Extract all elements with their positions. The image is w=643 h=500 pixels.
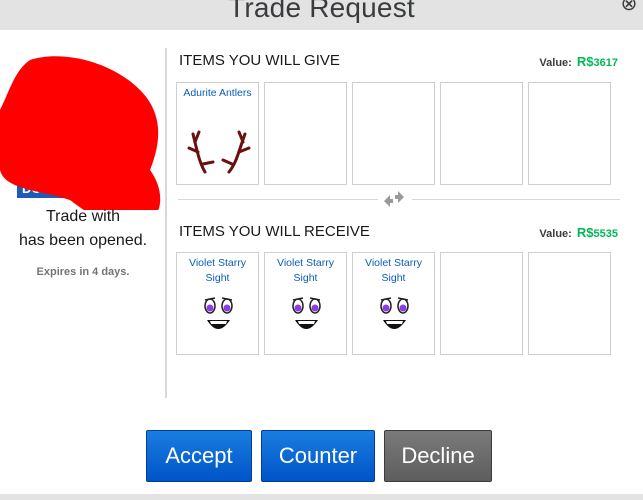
counter-button[interactable]: Counter	[261, 430, 375, 482]
decline-button[interactable]: Decline	[384, 430, 492, 482]
expires-label: Expires in 4 days.	[36, 266, 130, 278]
item-name[interactable]: Violet Starry Sight	[179, 256, 256, 286]
bottom-bar	[0, 494, 643, 500]
give-items: Adurite Antlers	[176, 82, 611, 185]
item-name[interactable]: Violet Starry Sight	[267, 256, 344, 286]
section-divider	[412, 199, 620, 200]
receive-items: Violet Starry Sight Violet Starry Sight	[176, 252, 611, 355]
give-item-slot-3	[352, 82, 435, 185]
item-name[interactable]: Adurite Antlers	[179, 86, 256, 101]
receive-item-slot-2[interactable]: Violet Starry Sight	[264, 252, 347, 355]
receive-value: Value: R$5535	[539, 225, 618, 240]
give-item-slot-2	[264, 82, 347, 185]
face-icon	[353, 292, 434, 348]
swap-arrows-icon	[380, 191, 408, 207]
give-item-slot-4	[440, 82, 523, 185]
redaction-mark	[0, 56, 161, 226]
receive-section-title: ITEMS YOU WILL RECEIVE	[179, 223, 370, 240]
close-icon[interactable]: ⊗	[619, 0, 639, 14]
receive-item-slot-1[interactable]: Violet Starry Sight	[176, 252, 259, 355]
title-bar: Trade Request ⊗	[0, 0, 643, 30]
receive-value-amount: 5535	[593, 228, 618, 240]
receive-value-label: Value:	[539, 228, 572, 240]
trade-with-label: Trade with	[45, 208, 121, 225]
face-icon	[177, 292, 258, 348]
item-name[interactable]: Violet Starry Sight	[355, 256, 432, 286]
robux-icon: R$	[576, 54, 594, 69]
accept-button[interactable]: Accept	[146, 430, 252, 482]
give-value: Value: R$3617	[539, 54, 618, 69]
antlers-icon	[177, 122, 258, 178]
face-icon	[265, 292, 346, 348]
receive-item-slot-3[interactable]: Violet Starry Sight	[352, 252, 435, 355]
give-item-slot-5	[528, 82, 611, 185]
give-section-title: ITEMS YOU WILL GIVE	[179, 52, 340, 69]
receive-item-slot-4	[440, 252, 523, 355]
vertical-divider	[165, 48, 167, 398]
trade-opened-label: has been opened.	[18, 232, 148, 249]
avatar: DC	[0, 50, 170, 226]
dialog-title: Trade Request	[228, 0, 415, 23]
receive-item-slot-5	[528, 252, 611, 355]
give-value-amount: 3617	[593, 57, 618, 69]
give-value-label: Value:	[539, 57, 572, 69]
robux-icon: R$	[576, 225, 594, 240]
section-divider	[178, 199, 378, 200]
give-item-slot-1[interactable]: Adurite Antlers	[176, 82, 259, 185]
